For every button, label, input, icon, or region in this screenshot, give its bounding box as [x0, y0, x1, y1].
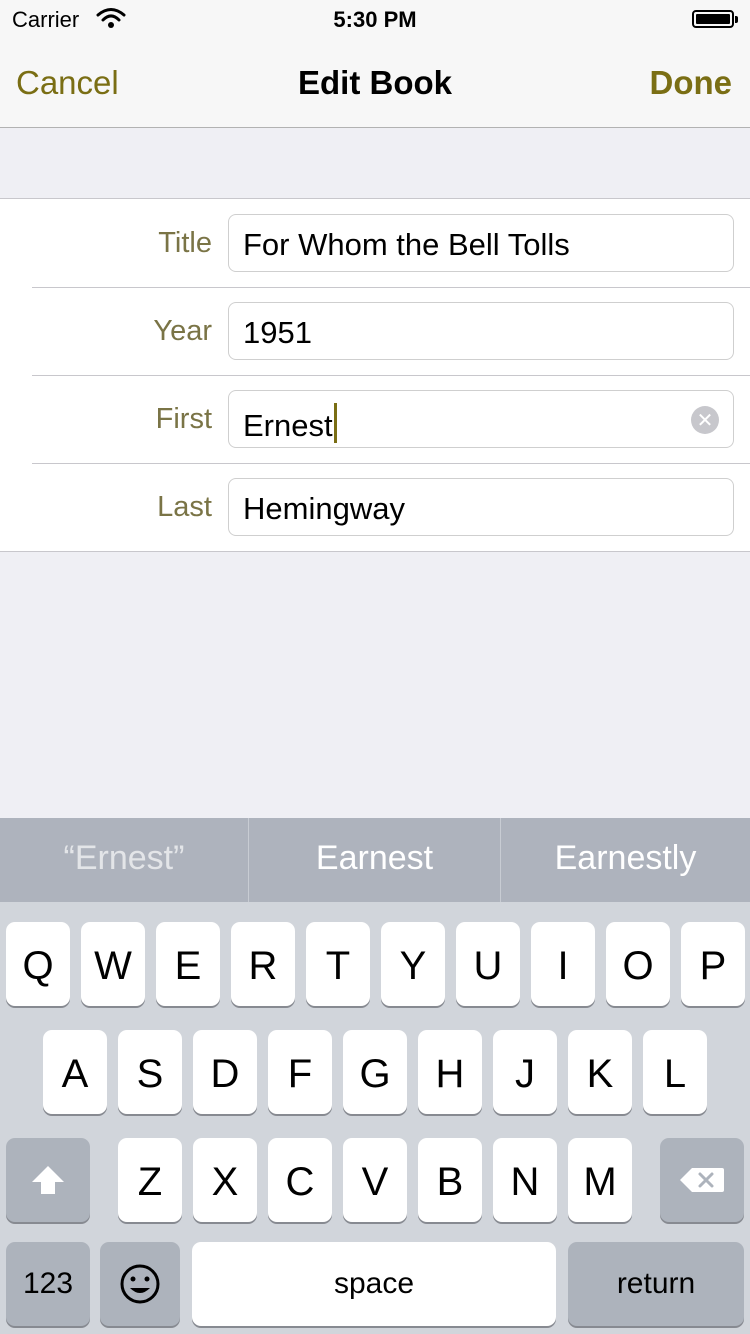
last-name-label: Last — [157, 491, 212, 523]
status-time: 5:30 PM — [333, 7, 417, 32]
year-value: 1951 — [243, 315, 312, 350]
key-e[interactable]: E — [156, 922, 220, 1006]
key-n[interactable]: N — [493, 1138, 557, 1222]
key-a[interactable]: A — [43, 1030, 107, 1114]
title-label: Title — [158, 227, 212, 259]
key-d[interactable]: D — [193, 1030, 257, 1114]
key-x[interactable]: X — [193, 1138, 257, 1222]
key-m[interactable]: M — [568, 1138, 632, 1222]
first-name-field[interactable]: Ernest ✕ — [228, 390, 734, 448]
first-name-label: First — [155, 403, 212, 435]
last-name-value: Hemingway — [243, 491, 405, 526]
key-v[interactable]: V — [343, 1138, 407, 1222]
key-l[interactable]: L — [643, 1030, 707, 1114]
year-label: Year — [153, 315, 212, 347]
numbers-key[interactable]: 123 — [6, 1242, 90, 1326]
done-button[interactable]: Done — [650, 64, 733, 102]
form-row-first: First Ernest ✕ — [0, 375, 750, 463]
key-k[interactable]: K — [568, 1030, 632, 1114]
first-name-value: Ernest — [243, 408, 333, 443]
key-i[interactable]: I — [531, 922, 595, 1006]
page-title: Edit Book — [298, 64, 452, 101]
space-key[interactable]: space — [192, 1242, 556, 1326]
form-row-last: Last Hemingway — [0, 463, 750, 551]
delete-key[interactable] — [660, 1138, 744, 1222]
last-name-field[interactable]: Hemingway — [228, 478, 734, 536]
title-field[interactable]: For Whom the Bell Tolls — [228, 214, 734, 272]
key-h[interactable]: H — [418, 1030, 482, 1114]
suggestion-item[interactable]: Earnestly — [501, 818, 750, 902]
key-g[interactable]: G — [343, 1030, 407, 1114]
backspace-icon — [680, 1168, 724, 1192]
key-p[interactable]: P — [681, 922, 745, 1006]
key-q[interactable]: Q — [6, 922, 70, 1006]
emoji-key[interactable] — [100, 1242, 180, 1326]
title-value: For Whom the Bell Tolls — [243, 227, 570, 262]
key-t[interactable]: T — [306, 922, 370, 1006]
key-c[interactable]: C — [268, 1138, 332, 1222]
suggestion-item[interactable]: Earnest — [249, 818, 500, 902]
edit-book-form: Title For Whom the Bell Tolls Year 1951 … — [0, 198, 750, 552]
key-s[interactable]: S — [118, 1030, 182, 1114]
key-f[interactable]: F — [268, 1030, 332, 1114]
predictive-bar: “Ernest” Earnest Earnestly — [0, 818, 750, 902]
form-row-year: Year 1951 — [0, 287, 750, 375]
form-row-title: Title For Whom the Bell Tolls — [0, 199, 750, 287]
keyboard: “Ernest” Earnest Earnestly Q W E R T Y U… — [0, 818, 750, 1334]
navigation-bar: Cancel Edit Book Done — [0, 40, 750, 128]
status-bar: Carrier 5:30 PM — [0, 0, 750, 40]
shift-icon — [32, 1166, 64, 1194]
key-z[interactable]: Z — [118, 1138, 182, 1222]
shift-key[interactable] — [6, 1138, 90, 1222]
return-key[interactable]: return — [568, 1242, 744, 1326]
key-j[interactable]: J — [493, 1030, 557, 1114]
key-b[interactable]: B — [418, 1138, 482, 1222]
suggestion-item[interactable]: “Ernest” — [0, 818, 248, 902]
emoji-icon — [120, 1264, 160, 1304]
text-cursor — [333, 403, 337, 443]
year-field[interactable]: 1951 — [228, 302, 734, 360]
key-u[interactable]: U — [456, 922, 520, 1006]
key-o[interactable]: O — [606, 922, 670, 1006]
key-y[interactable]: Y — [381, 922, 445, 1006]
battery-icon — [692, 10, 738, 28]
key-w[interactable]: W — [81, 922, 145, 1006]
clear-text-icon[interactable]: ✕ — [691, 406, 719, 434]
key-r[interactable]: R — [231, 922, 295, 1006]
screen: Carrier 5:30 PM Cancel Edit Book Done Ti… — [0, 0, 750, 1334]
